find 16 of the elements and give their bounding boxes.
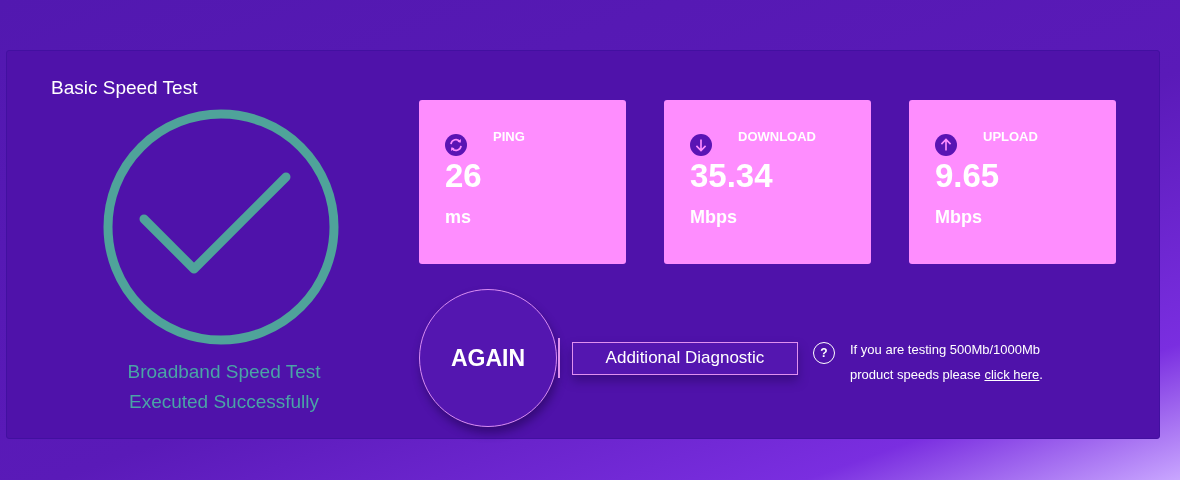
note-text: If you are testing 500Mb/1000Mb product speeds please click here. (850, 341, 1044, 384)
panel-title: Basic Speed Test (51, 77, 199, 99)
metric-value: 35.34 (690, 157, 774, 195)
again-button[interactable]: AGAIN (419, 289, 557, 427)
metric-label: UPLOAD (983, 129, 1038, 144)
refresh-icon (445, 134, 467, 156)
metric-value: 26 (445, 157, 483, 195)
metric-value: 9.65 (935, 157, 1001, 195)
metric-unit: Mbps (690, 207, 738, 228)
diagnostic-button[interactable]: Additional Diagnostic (572, 341, 798, 375)
status-text: Broadband Speed Test (126, 360, 322, 384)
metric-unit: Mbps (935, 207, 983, 228)
metric-unit: ms (445, 207, 472, 228)
metric-label: PING (493, 129, 525, 144)
status-text: Executed Successfully (127, 390, 321, 414)
metric-label: DOWNLOAD (738, 129, 816, 144)
